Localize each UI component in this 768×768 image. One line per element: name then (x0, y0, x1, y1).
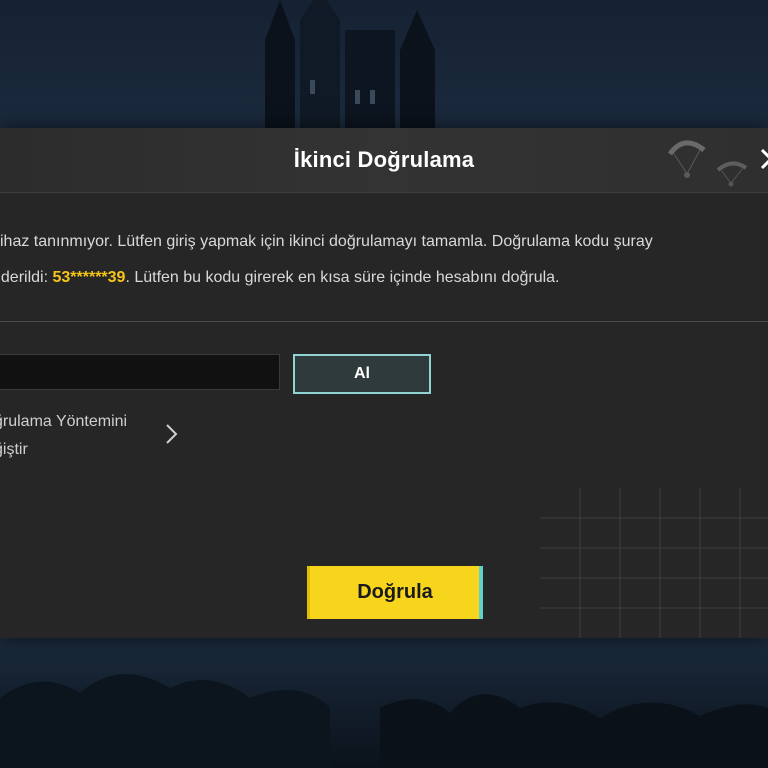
dialog-title: İkinci Doğrulama (293, 147, 475, 172)
game-screen: İkinci Doğrulama cihaz tanınmıyor. Lütfe… (0, 0, 768, 768)
message-line-1: cihaz tanınmıyor. Lütfen giriş yapmak iç… (0, 233, 653, 250)
verification-message: cihaz tanınmıyor. Lütfen giriş yapmak iç… (0, 224, 768, 296)
get-code-button[interactable]: Al (293, 354, 431, 394)
second-verification-dialog: İkinci Doğrulama cihaz tanınmıyor. Lütfe… (0, 128, 768, 638)
parachute-decoration-icon (667, 140, 748, 187)
message-line-2-suffix: . Lütfen bu kodu girerek en kısa süre iç… (125, 269, 560, 286)
change-method-label-line-2: ğiştir (0, 441, 28, 458)
verify-button[interactable]: Doğrula (307, 566, 483, 619)
masked-phone-number: 53******39 (52, 269, 126, 286)
castle-background (265, 0, 435, 130)
message-line-2: nderildi: 53******39. Lütfen bu kodu gir… (0, 260, 768, 296)
message-line-2-prefix: nderildi: (0, 269, 49, 286)
background-trees (0, 674, 768, 768)
change-method-label: ğrulama Yöntemini ğiştir (0, 408, 154, 464)
change-method-label-line-1: ğrulama Yöntemini (0, 413, 128, 430)
close-icon[interactable] (756, 144, 768, 174)
divider (0, 321, 768, 322)
grid-decoration (540, 488, 768, 638)
verification-code-input[interactable] (0, 354, 280, 390)
change-verification-method-link[interactable]: ğrulama Yöntemini ğiştir (0, 408, 194, 464)
chevron-right-icon (166, 424, 178, 444)
